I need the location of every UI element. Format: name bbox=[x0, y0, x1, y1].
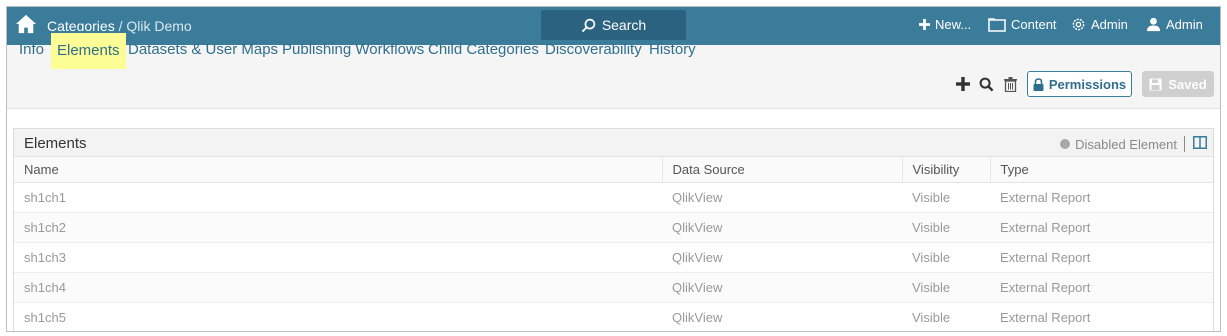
table-row[interactable]: sh1ch1 QlikView Visible External Report bbox=[14, 182, 1213, 213]
columns-icon[interactable] bbox=[1193, 136, 1207, 149]
cell-data-source: QlikView bbox=[662, 272, 902, 303]
column-header-type[interactable]: Type bbox=[989, 157, 1213, 183]
tab-publishing-workflows[interactable]: Publishing Workflows bbox=[276, 31, 430, 69]
cell-type: External Report bbox=[990, 302, 1213, 331]
cell-name: sh1ch2 bbox=[14, 212, 662, 243]
cell-name: sh1ch4 bbox=[14, 272, 662, 303]
cell-visibility: Visible bbox=[902, 272, 990, 303]
folder-icon bbox=[988, 17, 1006, 32]
table-row[interactable]: sh1ch3 QlikView Visible External Report bbox=[14, 242, 1213, 273]
legend-label: Disabled Element bbox=[1075, 136, 1177, 152]
cell-name: sh1ch3 bbox=[14, 242, 662, 273]
table-row[interactable]: sh1ch5 QlikView Visible External Report bbox=[14, 302, 1213, 331]
app-window: Categories / Qlik Demo Search New... Con… bbox=[6, 6, 1221, 332]
saved-button: Saved bbox=[1142, 71, 1214, 97]
column-header-name[interactable]: Name bbox=[14, 157, 662, 183]
tab-child-categories[interactable]: Child Categories bbox=[422, 31, 545, 69]
cell-type: External Report bbox=[990, 212, 1213, 243]
tab-info[interactable]: Info bbox=[13, 31, 50, 69]
divider bbox=[1184, 136, 1185, 152]
table-row[interactable]: sh1ch2 QlikView Visible External Report bbox=[14, 212, 1213, 243]
tab-history[interactable]: History bbox=[643, 31, 702, 69]
disabled-element-legend: Disabled Element bbox=[1060, 136, 1185, 152]
tab-discoverability[interactable]: Discoverability bbox=[539, 31, 648, 69]
disabled-dot-icon bbox=[1060, 139, 1071, 149]
cell-name: sh1ch5 bbox=[14, 302, 662, 331]
admin-menu-label: Admin bbox=[1091, 17, 1128, 32]
new-menu[interactable]: New... bbox=[919, 17, 971, 32]
trash-icon[interactable] bbox=[1004, 77, 1017, 92]
cell-type: External Report bbox=[990, 182, 1213, 213]
lock-icon bbox=[1033, 77, 1044, 91]
tab-datasets-user-maps[interactable]: Datasets & User Maps bbox=[122, 31, 284, 69]
cell-name: sh1ch1 bbox=[14, 182, 662, 213]
add-icon[interactable] bbox=[956, 77, 970, 91]
new-menu-label: New... bbox=[935, 17, 972, 32]
column-header-visibility[interactable]: Visibility bbox=[901, 157, 990, 183]
table-header-row: Name Data Source Visibility Type bbox=[14, 157, 1213, 183]
saved-button-label: Saved bbox=[1168, 76, 1207, 92]
cell-data-source: QlikView bbox=[662, 212, 902, 243]
elements-panel: Elements Disabled Element Name Data Sour… bbox=[13, 128, 1214, 331]
panel-title: Elements bbox=[24, 135, 87, 152]
permissions-button-label: Permissions bbox=[1048, 76, 1127, 92]
panel-header: Elements Disabled Element bbox=[14, 129, 1213, 157]
tab-elements[interactable]: Elements bbox=[51, 31, 126, 69]
cell-type: External Report bbox=[990, 242, 1213, 273]
user-menu-label: Admin bbox=[1166, 17, 1203, 32]
column-header-data-source[interactable]: Data Source bbox=[661, 157, 902, 183]
admin-menu[interactable]: Admin bbox=[1071, 17, 1128, 32]
user-icon bbox=[1146, 17, 1161, 32]
user-menu[interactable]: Admin bbox=[1146, 17, 1203, 32]
cell-visibility: Visible bbox=[902, 242, 990, 273]
table-row[interactable]: sh1ch4 QlikView Visible External Report bbox=[14, 272, 1213, 303]
cell-data-source: QlikView bbox=[662, 182, 902, 213]
elements-table: Name Data Source Visibility Type sh1ch1 … bbox=[14, 157, 1213, 331]
plus-icon bbox=[919, 19, 930, 30]
cell-visibility: Visible bbox=[902, 212, 990, 243]
gear-icon bbox=[1072, 18, 1085, 31]
content-menu-label: Content bbox=[1011, 17, 1057, 32]
cell-visibility: Visible bbox=[902, 182, 990, 213]
content-menu[interactable]: Content bbox=[988, 17, 1057, 32]
search-icon[interactable] bbox=[979, 77, 994, 92]
permissions-button[interactable]: Permissions bbox=[1027, 71, 1132, 97]
save-icon bbox=[1149, 78, 1162, 90]
cell-data-source: QlikView bbox=[662, 242, 902, 273]
cell-data-source: QlikView bbox=[662, 302, 902, 331]
cell-type: External Report bbox=[990, 272, 1213, 303]
cell-visibility: Visible bbox=[902, 302, 990, 331]
